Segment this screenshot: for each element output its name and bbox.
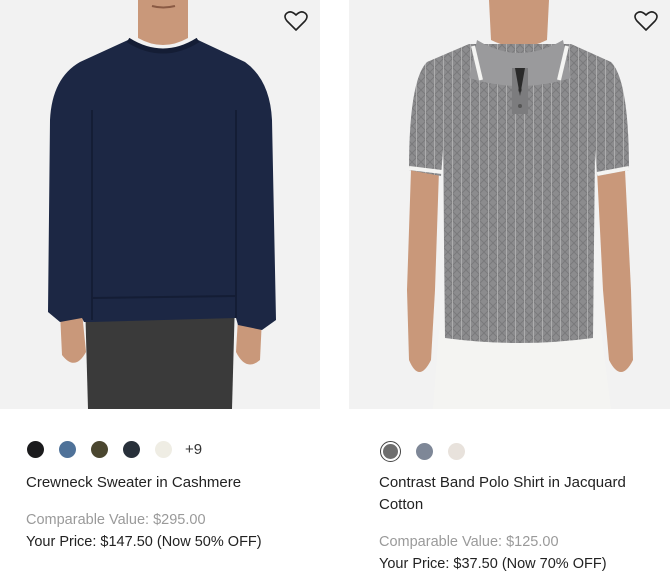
sale-price: $37.50 [453, 556, 498, 572]
your-price: Your Price: $147.50 (Now 50% OFF) [26, 531, 262, 553]
product-image[interactable] [0, 0, 320, 409]
product-name-link[interactable]: Crewneck Sweater in Cashmere [26, 472, 306, 494]
comparable-label: Comparable Value: [379, 534, 503, 550]
comparable-price: $125.00 [506, 534, 559, 550]
wishlist-heart-icon[interactable] [284, 10, 308, 32]
product-image[interactable] [349, 0, 670, 409]
comparable-value: Comparable Value: $125.00 [379, 531, 559, 553]
your-price: Your Price: $37.50 (Now 70% OFF) [379, 553, 607, 575]
color-swatch[interactable] [91, 441, 108, 458]
color-swatches [380, 441, 465, 462]
wishlist-heart-icon[interactable] [634, 10, 658, 32]
color-swatch[interactable] [59, 441, 76, 458]
sweater-model-photo [48, 0, 276, 409]
comparable-label: Comparable Value: [26, 512, 150, 528]
comparable-value: Comparable Value: $295.00 [26, 509, 206, 531]
color-swatch[interactable] [448, 443, 465, 460]
color-swatch[interactable] [416, 443, 433, 460]
color-swatches: +9 [27, 441, 202, 458]
color-swatch-selected[interactable] [380, 441, 401, 462]
product-card[interactable]: Contrast Band Polo Shirt in Jacquard Cot… [349, 0, 670, 572]
more-colors-link[interactable]: +9 [185, 441, 202, 458]
sale-price: $147.50 [100, 534, 153, 550]
polo-model-photo [407, 0, 633, 409]
product-card[interactable]: +9 Crewneck Sweater in Cashmere Comparab… [0, 0, 320, 550]
your-price-label: Your Price: [379, 556, 450, 572]
color-swatch[interactable] [155, 441, 172, 458]
color-swatch[interactable] [27, 441, 44, 458]
your-price-label: Your Price: [26, 534, 97, 550]
discount-label: (Now 50% OFF) [156, 534, 262, 550]
color-swatch[interactable] [123, 441, 140, 458]
comparable-price: $295.00 [153, 512, 206, 528]
discount-label: (Now 70% OFF) [501, 556, 607, 572]
product-name-link[interactable]: Contrast Band Polo Shirt in Jacquard Cot… [379, 472, 649, 516]
